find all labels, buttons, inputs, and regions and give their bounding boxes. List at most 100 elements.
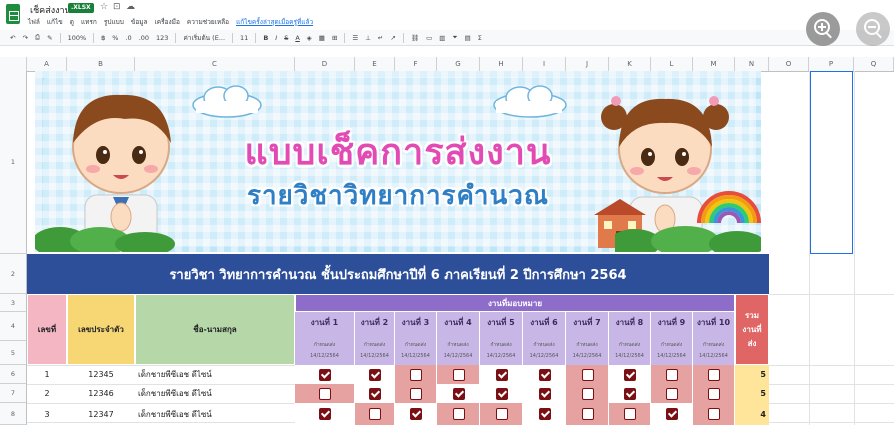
student-name-cell[interactable]: เด็กชายพีซีเอช ดีไซน์ xyxy=(135,384,295,403)
checked-checkbox[interactable] xyxy=(624,368,636,381)
row-header-6[interactable]: 6 xyxy=(0,365,27,384)
unchecked-checkbox[interactable] xyxy=(369,408,381,420)
unchecked-checkbox[interactable] xyxy=(624,408,636,420)
checked-checkbox[interactable] xyxy=(538,368,551,381)
column-header-j[interactable]: J xyxy=(566,57,609,71)
insert-link-icon[interactable]: ⛓ xyxy=(411,34,419,42)
header-student-id[interactable]: เลขประจำตัว xyxy=(67,294,135,365)
font-size-select[interactable]: 11 xyxy=(240,34,248,42)
menu-tools[interactable]: เครื่องมือ xyxy=(155,17,180,27)
task-header-9[interactable]: งานที่ 9 กำหนดส่ง 14/12/2564 xyxy=(651,312,693,365)
student-id-cell[interactable]: 12347 xyxy=(67,403,135,425)
column-header-d[interactable]: D xyxy=(295,57,355,71)
increase-decimal-button[interactable]: .00 xyxy=(139,34,149,42)
unchecked-checkbox[interactable] xyxy=(452,408,465,420)
task-header-2[interactable]: งานที่ 2 กำหนดส่ง 14/12/2564 xyxy=(355,312,395,365)
task-header-3[interactable]: งานที่ 3 กำหนดส่ง 14/12/2564 xyxy=(395,312,437,365)
unchecked-checkbox[interactable] xyxy=(581,408,594,420)
menu-file[interactable]: ไฟล์ xyxy=(28,17,40,27)
unchecked-checkbox[interactable] xyxy=(495,408,508,420)
student-id-cell[interactable]: 12345 xyxy=(67,365,135,384)
insert-chart-icon[interactable]: ▥ xyxy=(439,34,445,42)
checked-checkbox[interactable] xyxy=(369,387,381,400)
row-header-5[interactable]: 5 xyxy=(0,341,27,365)
unchecked-checkbox[interactable] xyxy=(581,368,594,381)
header-total-submitted[interactable]: รวม งานที่ ส่ง xyxy=(735,294,769,365)
checked-checkbox[interactable] xyxy=(538,387,551,400)
zoom-in-button[interactable] xyxy=(806,12,840,46)
merge-cells-icon[interactable]: ⊞ xyxy=(332,34,337,42)
column-header-f[interactable]: F xyxy=(395,57,437,71)
header-student-name[interactable]: ชื่อ-นามสกุล xyxy=(135,294,295,365)
unchecked-checkbox[interactable] xyxy=(708,368,720,381)
checked-checkbox[interactable] xyxy=(452,387,465,400)
column-header-m[interactable]: M xyxy=(693,57,735,71)
total-submitted-cell[interactable]: 5 xyxy=(735,384,769,403)
unchecked-checkbox[interactable] xyxy=(452,368,465,381)
student-name-cell[interactable]: เด็กชายพีซีเอช ดีไซน์ xyxy=(135,365,295,384)
last-edit-link[interactable]: แก้ไขครั้งล่าสุดเมื่อครู่ที่แล้ว xyxy=(236,17,313,27)
student-name-cell[interactable]: เด็กชายพีซีเอช ดีไซน์ xyxy=(135,403,295,425)
column-header-o[interactable]: O xyxy=(769,57,809,71)
task-header-6[interactable]: งานที่ 6 กำหนดส่ง 14/12/2564 xyxy=(523,312,566,365)
task-header-4[interactable]: งานที่ 4 กำหนดส่ง 14/12/2564 xyxy=(437,312,480,365)
menu-view[interactable]: ดู xyxy=(70,17,74,27)
column-header-a[interactable]: A xyxy=(27,57,67,71)
row-header-7[interactable]: 7 xyxy=(0,384,27,403)
zoom-out-button[interactable] xyxy=(856,12,890,46)
student-number-cell[interactable]: 1 xyxy=(27,365,67,384)
subject-info-bar[interactable]: รายวิชา วิทยาการคำนวณ ชั้นประถมศึกษาปีที… xyxy=(27,254,769,294)
undo-icon[interactable]: ↶ xyxy=(10,34,15,42)
column-header-h[interactable]: H xyxy=(480,57,523,71)
column-header-g[interactable]: G xyxy=(437,57,480,71)
vertical-align-icon[interactable]: ⊥ xyxy=(365,34,371,42)
horizontal-align-icon[interactable]: ☰ xyxy=(352,34,358,42)
text-color-icon[interactable]: A xyxy=(295,34,299,42)
borders-icon[interactable]: ▦ xyxy=(319,34,325,42)
row-header-2[interactable]: 2 xyxy=(0,254,27,294)
task-header-1[interactable]: งานที่ 1 กำหนดส่ง 14/12/2564 xyxy=(295,312,355,365)
functions-icon[interactable]: Σ xyxy=(478,34,482,42)
checked-checkbox[interactable] xyxy=(495,387,508,400)
checked-checkbox[interactable] xyxy=(666,408,678,420)
filter-icon[interactable]: ⏷ xyxy=(452,33,457,42)
more-formats-button[interactable]: 123 xyxy=(156,34,168,42)
task-header-5[interactable]: งานที่ 5 กำหนดส่ง 14/12/2564 xyxy=(480,312,523,365)
unchecked-checkbox[interactable] xyxy=(410,368,422,381)
checked-checkbox[interactable] xyxy=(538,408,551,420)
move-folder-icon[interactable]: ⊡ xyxy=(113,2,121,12)
zoom-select[interactable]: 100% xyxy=(68,34,87,42)
insert-comment-icon[interactable]: ▭ xyxy=(426,34,432,42)
column-header-c[interactable]: C xyxy=(135,57,295,71)
percent-button[interactable]: % xyxy=(112,34,118,42)
task-header-8[interactable]: งานที่ 8 กำหนดส่ง 14/12/2564 xyxy=(609,312,651,365)
checked-checkbox[interactable] xyxy=(369,368,381,381)
redo-icon[interactable]: ↷ xyxy=(22,34,27,42)
student-id-cell[interactable]: 12346 xyxy=(67,384,135,403)
menu-help[interactable]: ความช่วยเหลือ xyxy=(187,17,229,27)
student-number-cell[interactable]: 3 xyxy=(27,403,67,425)
unchecked-checkbox[interactable] xyxy=(708,408,720,420)
strikethrough-icon[interactable]: S xyxy=(284,34,288,42)
column-header-q[interactable]: Q xyxy=(854,57,894,71)
menu-format[interactable]: รูปแบบ xyxy=(104,17,124,27)
total-submitted-cell[interactable]: 4 xyxy=(735,403,769,425)
filter-views-icon[interactable]: ▤ xyxy=(465,34,471,42)
sheets-logo-icon[interactable] xyxy=(6,4,20,24)
column-header-b[interactable]: B xyxy=(67,57,135,71)
row-header-1[interactable]: 1 xyxy=(0,71,27,254)
currency-button[interactable]: ฿ xyxy=(101,34,105,42)
column-header-l[interactable]: L xyxy=(651,57,693,71)
unchecked-checkbox[interactable] xyxy=(666,387,678,400)
column-header-n[interactable]: N xyxy=(735,57,769,71)
menu-data[interactable]: ข้อมูล xyxy=(131,17,148,27)
unchecked-checkbox[interactable] xyxy=(581,387,594,400)
decrease-decimal-button[interactable]: .0 xyxy=(125,34,131,42)
column-header-e[interactable]: E xyxy=(355,57,395,71)
row-header-3[interactable]: 3 xyxy=(0,294,27,312)
unchecked-checkbox[interactable] xyxy=(708,387,720,400)
document-title[interactable]: เช็คส่งงาน xyxy=(30,3,71,17)
cloud-status-icon[interactable]: ☁ xyxy=(126,2,135,12)
row-header-8[interactable]: 8 xyxy=(0,403,27,425)
bold-icon[interactable]: B xyxy=(263,34,268,42)
